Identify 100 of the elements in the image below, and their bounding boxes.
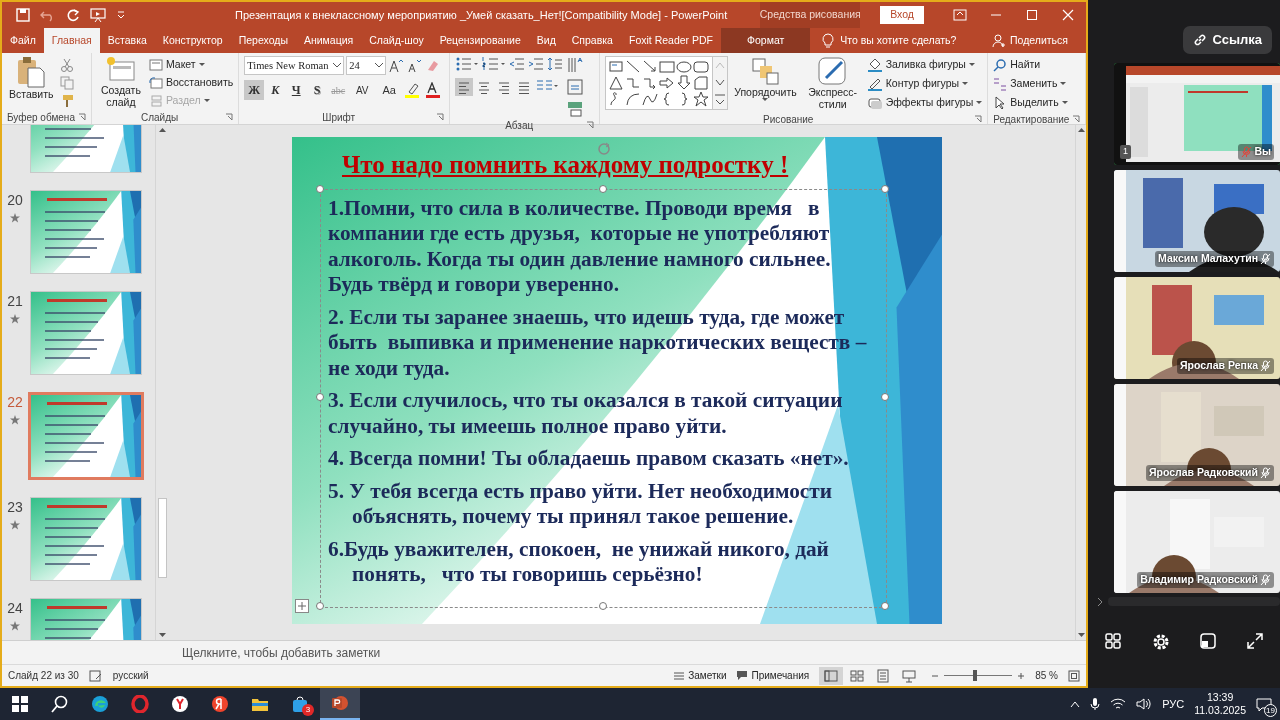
shape-effects-button[interactable]: Эффекты фигуры [866, 94, 983, 112]
resize-handle[interactable] [316, 393, 324, 401]
format-button[interactable]: Aa [376, 80, 403, 100]
numbering-icon[interactable] [482, 56, 507, 72]
dialog-launcher-icon[interactable] [436, 113, 445, 121]
ribbon-tab[interactable]: Вид [528, 28, 564, 53]
redo-icon[interactable] [66, 8, 80, 22]
increase-indent-icon[interactable] [528, 56, 545, 72]
shape-icon[interactable] [676, 59, 693, 75]
resize-handle[interactable] [598, 184, 607, 193]
ribbon-display-icon[interactable] [953, 9, 967, 21]
zoom-in-icon[interactable] [1017, 671, 1026, 680]
caret-icon[interactable] [1061, 101, 1068, 105]
ribbon-tab[interactable]: Главная [43, 28, 100, 53]
new-slide-button[interactable]: Создать слайд [96, 56, 145, 109]
ribbon-tab[interactable]: Справка [563, 28, 621, 53]
dropdown-icon[interactable] [375, 63, 384, 68]
caret-icon[interactable] [116, 10, 126, 20]
scroll-up-icon[interactable] [1076, 127, 1086, 133]
format-button[interactable]: AV [349, 80, 376, 100]
select-button[interactable]: Выделить [993, 94, 1081, 112]
shrink-font-icon[interactable] [406, 57, 423, 74]
microphone-icon[interactable] [1090, 697, 1101, 711]
shape-icon[interactable] [642, 91, 659, 107]
caret-icon[interactable] [962, 82, 969, 86]
resize-handle[interactable] [598, 601, 607, 610]
scrollbar-thumb[interactable] [158, 497, 167, 578]
picture-in-picture-icon[interactable] [1200, 632, 1217, 649]
caret-icon[interactable] [1060, 82, 1067, 86]
link-button[interactable]: Ссылка [1183, 26, 1272, 54]
layout-button[interactable]: Макет [148, 56, 234, 74]
dialog-launcher-icon[interactable] [225, 113, 234, 121]
font-size-field[interactable]: 24 [346, 56, 387, 75]
format-button[interactable]: S [307, 80, 328, 100]
resize-handle[interactable] [881, 393, 889, 401]
layout-options-icon[interactable] [295, 598, 309, 613]
shape-icon[interactable] [625, 91, 642, 107]
settings-icon[interactable] [1151, 632, 1170, 651]
reset-button[interactable]: Восстановить [148, 74, 234, 92]
caret-icon[interactable] [976, 101, 983, 105]
sign-in-button[interactable]: Вход [880, 6, 924, 24]
quick-styles-button[interactable]: Экспресс-стили [802, 56, 863, 111]
shape-icon[interactable] [693, 91, 710, 107]
ribbon-tab[interactable]: Вставка [99, 28, 155, 53]
ribbon-tab[interactable]: Foxit Reader PDF [620, 28, 721, 53]
grow-font-icon[interactable] [388, 57, 405, 74]
grid-icon[interactable] [1105, 632, 1122, 649]
language-indicator[interactable]: русский [112, 668, 149, 683]
lightbulb-icon[interactable] [822, 32, 835, 49]
format-button[interactable]: Ж [244, 80, 265, 100]
tell-me-field[interactable]: Что вы хотите сделать? [840, 32, 957, 49]
video-tile[interactable]: Ярослав Репка [1114, 276, 1280, 379]
volume-icon[interactable] [1136, 697, 1153, 711]
caret-icon[interactable] [198, 63, 205, 67]
shape-icon[interactable] [676, 75, 693, 91]
clock-time[interactable]: 13:39 [1206, 690, 1234, 704]
video-tile[interactable]: 1 Вы [1114, 62, 1280, 165]
scroll-down-icon[interactable] [1076, 632, 1086, 638]
ribbon-tab[interactable]: Файл [2, 28, 44, 53]
replace-button[interactable]: Заменить [993, 75, 1081, 93]
video-tile[interactable]: Владимир Радковский [1114, 490, 1280, 593]
resize-handle[interactable] [316, 601, 324, 610]
fit-slide-icon[interactable] [1068, 669, 1080, 682]
shape-fill-button[interactable]: Заливка фигуры [866, 56, 983, 74]
ribbon-tab[interactable]: Конструктор [154, 28, 231, 53]
view-button[interactable] [819, 666, 844, 685]
resize-handle[interactable] [316, 184, 324, 193]
clock-date[interactable]: 11.03.2025 [1194, 704, 1246, 718]
ribbon-tab[interactable]: Рецензирование [431, 28, 529, 53]
format-button[interactable]: К [265, 80, 286, 100]
dialog-launcher-icon[interactable] [1072, 115, 1081, 123]
close-icon[interactable] [1062, 9, 1074, 21]
rotate-handle-icon[interactable] [596, 141, 611, 156]
font-name-field[interactable]: Times New Roman [244, 56, 345, 75]
wifi-icon[interactable] [1110, 697, 1127, 711]
shape-icon[interactable] [625, 59, 642, 75]
dialog-launcher-icon[interactable] [77, 113, 86, 121]
video-tile[interactable]: Максим Малахутин [1114, 169, 1280, 272]
scroll-down-icon[interactable] [158, 632, 167, 638]
accessibility-icon[interactable] [88, 669, 103, 682]
shape-icon[interactable] [659, 75, 676, 91]
slide-thumbnail[interactable] [30, 497, 142, 581]
chevron-right-icon[interactable] [1096, 596, 1104, 607]
shape-icon[interactable] [642, 59, 659, 75]
slide-thumbnail[interactable] [30, 190, 142, 274]
ribbon-tab[interactable]: Переходы [230, 28, 296, 53]
shape-icon[interactable] [693, 59, 710, 75]
keyboard-language[interactable]: РУС [1162, 695, 1185, 713]
scroll-up-icon[interactable] [158, 127, 167, 133]
ribbon-tab[interactable]: Формат [721, 28, 811, 53]
notes-button[interactable]: Заметки [673, 666, 727, 685]
shape-icon[interactable] [608, 75, 625, 91]
caret-icon[interactable] [968, 63, 975, 67]
video-tile[interactable]: Ярослав Радковский [1114, 383, 1280, 486]
dialog-launcher-icon[interactable] [974, 115, 983, 123]
slide-thumbnail[interactable] [28, 392, 144, 480]
comments-button[interactable]: Примечания [736, 666, 810, 685]
save-icon[interactable] [16, 8, 30, 22]
dialog-launcher-icon[interactable] [586, 121, 595, 129]
slide-thumbnail[interactable] [30, 291, 142, 375]
